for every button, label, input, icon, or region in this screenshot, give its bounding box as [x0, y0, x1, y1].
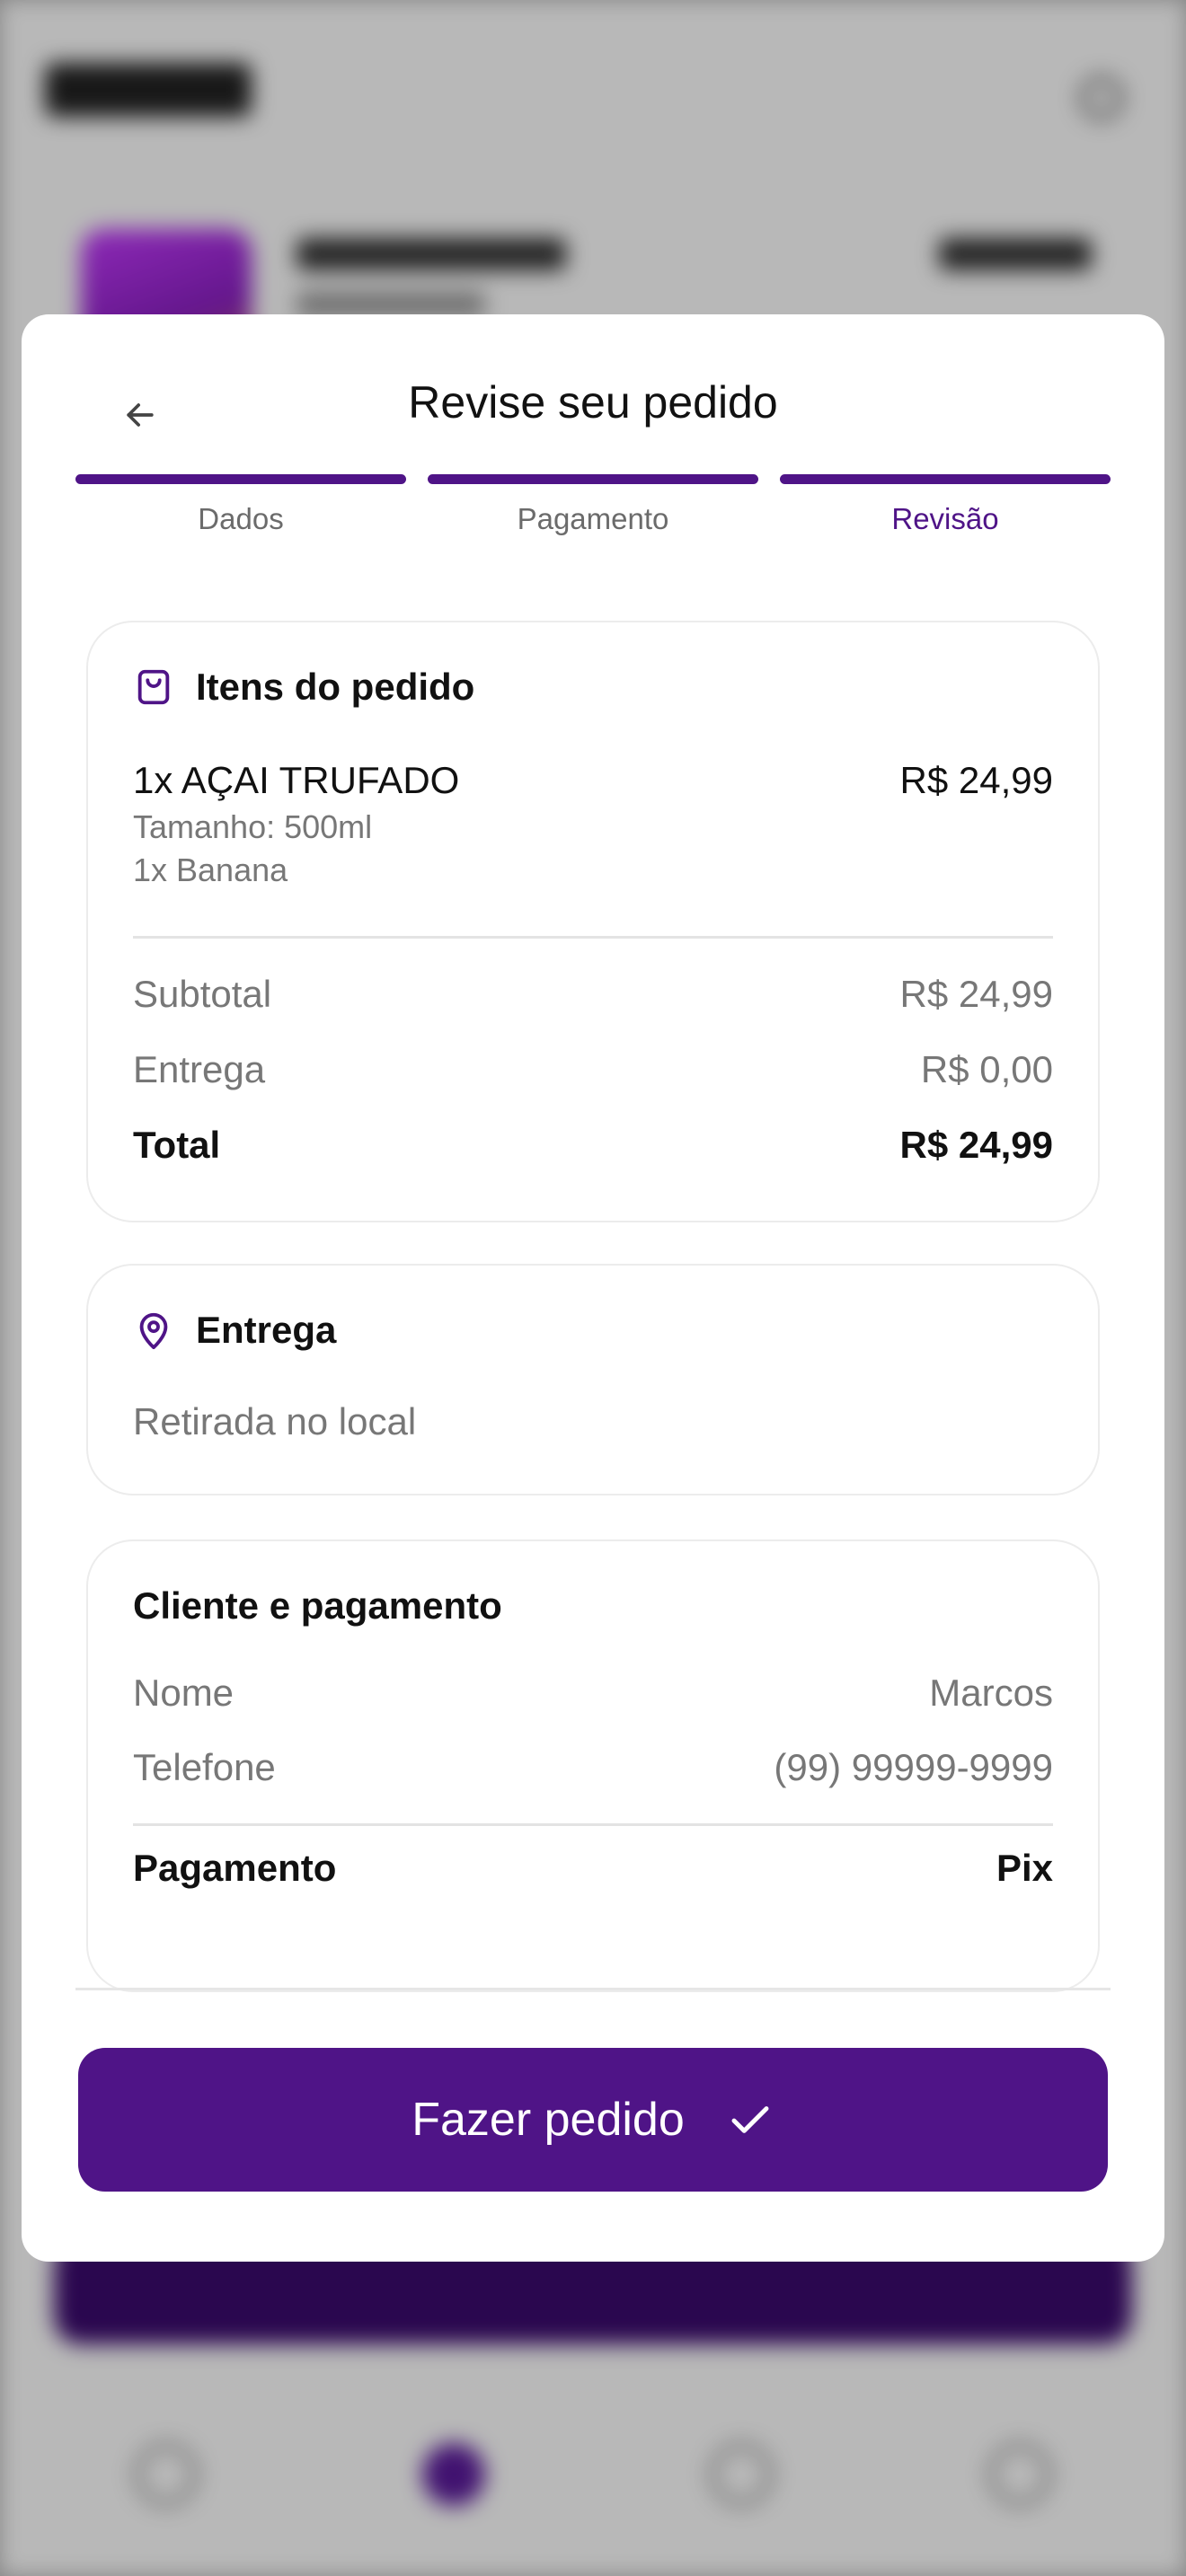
- payment-row: Pagamento Pix: [133, 1847, 1053, 1890]
- step-revisao: Revisão: [780, 474, 1111, 555]
- subtotal-value: R$ 24,99: [899, 973, 1053, 1015]
- footer-divider: [75, 1988, 1111, 1990]
- order-items-title: Itens do pedido: [196, 666, 475, 708]
- client-phone-row: Telefone (99) 99999-9999: [133, 1746, 1053, 1789]
- client-payment-card: Cliente e pagamento Nome Marcos Telefone…: [86, 1539, 1100, 1992]
- step-bar: [428, 474, 758, 484]
- client-name-label: Nome: [133, 1672, 235, 1714]
- client-name-row: Nome Marcos: [133, 1672, 1053, 1715]
- step-label: Revisão: [891, 502, 999, 535]
- sheet-header: Revise seu pedido: [22, 314, 1164, 485]
- payment-value: Pix: [996, 1847, 1053, 1889]
- delivery-method: Retirada no local: [133, 1400, 417, 1442]
- order-items-card: Itens do pedido 1x AÇAI TRUFADO R$ 24,99…: [86, 621, 1100, 1222]
- delivery-heading: Entrega: [133, 1309, 336, 1352]
- map-pin-icon: [133, 1310, 174, 1351]
- place-order-button[interactable]: Fazer pedido: [78, 2048, 1108, 2192]
- page-title: Revise seu pedido: [408, 377, 778, 428]
- items-divider: [133, 936, 1053, 939]
- step-label: Dados: [198, 502, 284, 535]
- client-divider: [133, 1823, 1053, 1826]
- delivery-title: Entrega: [196, 1309, 337, 1351]
- item-addon: 1x Banana: [133, 851, 288, 888]
- delivery-fee-label: Entrega: [133, 1048, 266, 1090]
- step-dados: Dados: [75, 474, 406, 555]
- item-size: Tamanho: 500ml: [133, 808, 373, 845]
- total-row: Total R$ 24,99: [133, 1124, 1053, 1167]
- payment-label: Pagamento: [133, 1847, 337, 1889]
- total-label: Total: [133, 1124, 221, 1166]
- total-value: R$ 24,99: [899, 1124, 1053, 1166]
- step-label: Pagamento: [517, 502, 669, 535]
- checkout-stepper: Dados Pagamento Revisão: [75, 474, 1111, 555]
- subtotal-row: Subtotal R$ 24,99: [133, 973, 1053, 1016]
- client-name-value: Marcos: [929, 1672, 1053, 1714]
- step-bar: [780, 474, 1111, 484]
- item-name: 1x AÇAI TRUFADO: [133, 759, 460, 801]
- delivery-fee-row: Entrega R$ 0,00: [133, 1048, 1053, 1091]
- place-order-label: Fazer pedido: [412, 2094, 685, 2146]
- order-items-heading: Itens do pedido: [133, 666, 474, 709]
- client-phone-label: Telefone: [133, 1746, 276, 1788]
- client-payment-title: Cliente e pagamento: [133, 1584, 502, 1627]
- delivery-fee-value: R$ 0,00: [920, 1048, 1053, 1090]
- client-phone-value: (99) 99999-9999: [774, 1746, 1053, 1788]
- step-bar: [75, 474, 406, 484]
- item-price: R$ 24,99: [899, 759, 1053, 801]
- delivery-card: Entrega Retirada no local: [86, 1264, 1100, 1495]
- check-icon: [726, 2095, 774, 2144]
- shopping-bag-icon: [133, 666, 174, 708]
- step-pagamento: Pagamento: [428, 474, 758, 555]
- subtotal-label: Subtotal: [133, 973, 272, 1015]
- review-order-sheet: Revise seu pedido Dados Pagamento Revisã…: [22, 314, 1164, 2262]
